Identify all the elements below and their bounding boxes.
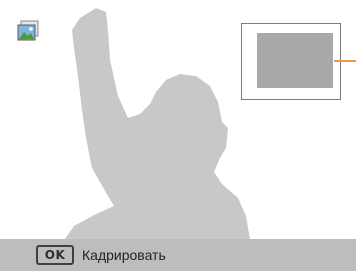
ok-button[interactable]: OK <box>36 245 74 265</box>
landscape-photo-icon <box>17 20 39 41</box>
crop-selection-area[interactable] <box>257 33 333 88</box>
bottom-hint-bar: OK Кадрировать <box>0 239 356 271</box>
callout-pointer <box>334 60 356 62</box>
crop-frame <box>241 23 341 100</box>
crop-action-label: Кадрировать <box>82 247 166 263</box>
camera-screen: OK Кадрировать <box>0 0 356 271</box>
